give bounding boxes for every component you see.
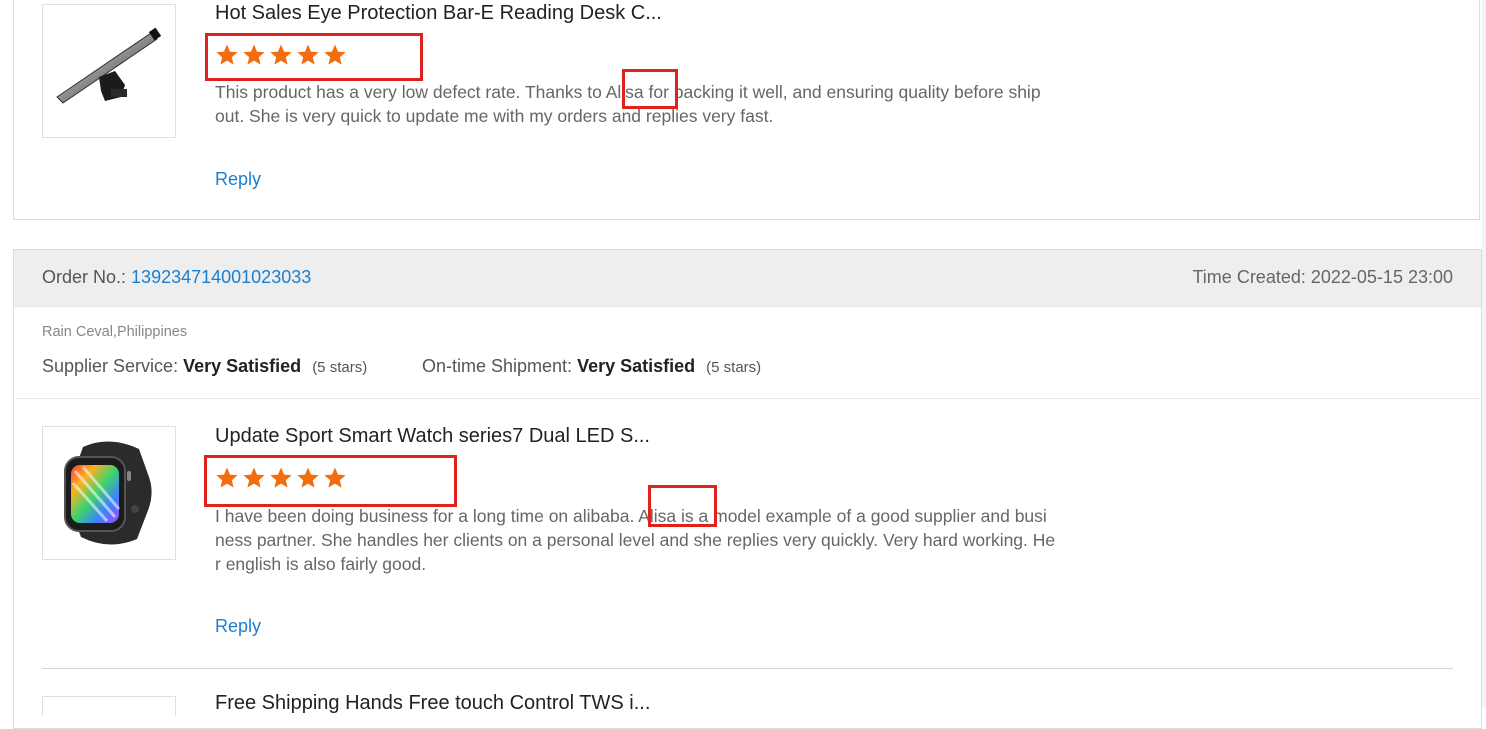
product-title[interactable]: Update Sport Smart Watch series7 Dual LE…	[215, 425, 650, 448]
reply-link[interactable]: Reply	[215, 169, 261, 190]
star-icon	[243, 467, 265, 488]
time-created-value: 2022-05-15 23:00	[1310, 267, 1453, 287]
supplier-service-stars: (5 stars)	[312, 359, 368, 376]
supplier-service-label: Supplier Service:	[42, 356, 179, 376]
ontime-shipment-rating: On-time Shipment: Very Satisfied (5 star…	[422, 356, 761, 377]
star-icon	[324, 467, 346, 488]
section-divider	[15, 398, 1480, 399]
reviewer-mention-name: Alisa	[638, 506, 677, 526]
rating-stars	[215, 466, 347, 490]
review-text-line-2: ness partner. She handles her clients on…	[215, 530, 1056, 550]
star-icon	[216, 44, 238, 65]
supplier-service-value: Very Satisfied	[183, 356, 302, 376]
star-icon	[324, 44, 346, 65]
star-icon	[297, 467, 319, 488]
review-text-line-1: I have been doing business for a long ti…	[215, 506, 1047, 526]
buyer-location: Rain Ceval,Philippines	[42, 324, 188, 340]
scrollbar[interactable]	[1482, 0, 1486, 707]
review-text-line-1: This product has a very low defect rate.…	[215, 82, 1041, 102]
star-icon	[216, 467, 238, 488]
ontime-shipment-stars: (5 stars)	[706, 359, 762, 376]
review-text-line-3: r english is also fairly good.	[215, 554, 427, 574]
rating-stars	[215, 43, 347, 67]
supplier-service-rating: Supplier Service: Very Satisfied (5 star…	[42, 356, 367, 377]
product-title[interactable]: Free Shipping Hands Free touch Control T…	[215, 692, 650, 715]
product-thumbnail-desk-lamp[interactable]	[42, 4, 176, 138]
star-icon	[270, 467, 292, 488]
star-icon	[297, 44, 319, 65]
time-created: Time Created: 2022-05-15 23:00	[1192, 267, 1453, 288]
order-number: Order No.: 139234714001023033	[42, 267, 311, 288]
product-title[interactable]: Hot Sales Eye Protection Bar-E Reading D…	[215, 2, 662, 25]
reply-link[interactable]: Reply	[215, 616, 261, 637]
review-divider	[42, 668, 1453, 669]
review-text-line-2: out. She is very quick to update me with…	[215, 106, 774, 126]
star-icon	[243, 44, 265, 65]
smart-watch-image	[64, 441, 152, 545]
product-thumbnail-smart-watch[interactable]	[42, 426, 176, 560]
ontime-shipment-value: Very Satisfied	[577, 356, 696, 376]
order-number-link[interactable]: 139234714001023033	[131, 267, 311, 287]
reviewer-mention-name: Alisa	[605, 82, 644, 102]
star-icon	[270, 44, 292, 65]
order-number-label: Order No.:	[42, 267, 127, 287]
product-thumbnail-earbuds[interactable]	[42, 696, 176, 716]
ontime-shipment-label: On-time Shipment:	[422, 356, 573, 376]
desk-lamp-image	[56, 27, 162, 104]
time-created-label: Time Created:	[1192, 267, 1306, 287]
